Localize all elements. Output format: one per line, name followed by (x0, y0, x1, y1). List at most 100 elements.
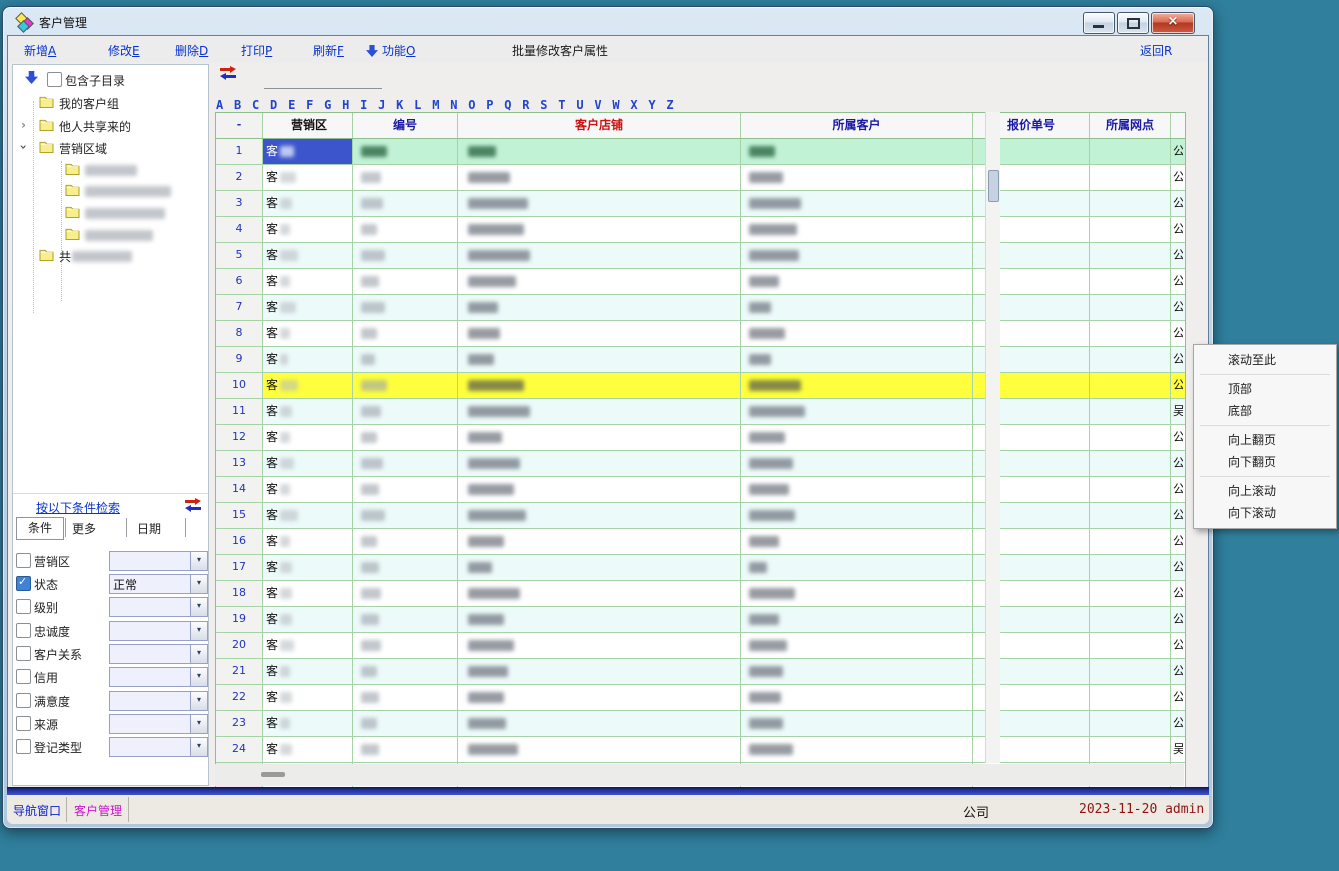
tree-expander-icon[interactable]: › (21, 118, 26, 132)
close-button[interactable]: × (1151, 12, 1195, 34)
alphabet-letter[interactable]: O (468, 98, 475, 112)
clipped-cell[interactable]: 公 (1171, 607, 1183, 632)
owner-cell[interactable] (741, 217, 973, 242)
network-cell[interactable] (1090, 347, 1171, 372)
row-number-cell[interactable]: 10 (216, 373, 263, 398)
filter-checkbox[interactable] (16, 716, 31, 731)
alphabet-letter[interactable]: V (594, 98, 601, 112)
marketing-area-cell[interactable]: 客 (263, 555, 353, 580)
horizontal-scrollbar-thumb[interactable] (261, 772, 285, 777)
filter-checkbox[interactable] (16, 576, 31, 591)
network-cell[interactable] (1090, 451, 1171, 476)
shop-cell[interactable] (458, 659, 741, 684)
network-cell[interactable] (1090, 191, 1171, 216)
shop-cell[interactable] (458, 529, 741, 554)
shop-cell[interactable] (458, 243, 741, 268)
maximize-button[interactable] (1117, 12, 1149, 34)
table-row[interactable]: 5 客 公 (216, 243, 1185, 269)
menu-item[interactable]: 底部 (1194, 400, 1336, 422)
network-cell[interactable] (1090, 217, 1171, 242)
code-cell[interactable] (353, 503, 458, 528)
swap-icon[interactable] (185, 499, 201, 511)
table-row[interactable]: 8 客 公 (216, 321, 1185, 347)
row-number-cell[interactable]: 24 (216, 737, 263, 762)
table-row[interactable]: 7 客 公 (216, 295, 1185, 321)
table-row[interactable]: 21 客 公 (216, 659, 1185, 685)
owner-cell[interactable] (741, 269, 973, 294)
toolbar-button[interactable]: 功能O (366, 42, 415, 59)
table-row[interactable]: 24 客 吴 (216, 737, 1185, 763)
tree-item[interactable] (13, 202, 208, 223)
column-header[interactable]: 所属客户 (741, 113, 973, 138)
clipped-cell[interactable]: 公 (1171, 711, 1183, 736)
code-cell[interactable] (353, 139, 458, 164)
toolbar-button[interactable]: 刷新F (313, 42, 344, 59)
table-row[interactable]: 6 客 公 (216, 269, 1185, 295)
filter-dropdown[interactable] (109, 667, 192, 687)
clipped-cell[interactable]: 公 (1171, 451, 1183, 476)
clipped-cell[interactable]: 公 (1171, 191, 1183, 216)
filter-dropdown[interactable] (109, 597, 192, 617)
row-number-cell[interactable]: 17 (216, 555, 263, 580)
toolbar-button[interactable]: 修改E (108, 42, 140, 59)
alphabet-letter[interactable]: M (432, 98, 439, 112)
clipped-cell[interactable]: 公 (1171, 321, 1183, 346)
row-number-cell[interactable]: 2 (216, 165, 263, 190)
owner-cell[interactable] (741, 555, 973, 580)
network-cell[interactable] (1090, 633, 1171, 658)
tree-item[interactable]: 我的客户组 (13, 92, 208, 113)
down-arrow-icon[interactable] (25, 71, 38, 87)
marketing-area-cell[interactable]: 客 (263, 529, 353, 554)
owner-cell[interactable] (741, 659, 973, 684)
shop-cell[interactable] (458, 581, 741, 606)
menu-item[interactable]: 向上滚动 (1194, 480, 1336, 502)
dropdown-arrow-icon[interactable]: ▾ (190, 621, 208, 641)
network-cell[interactable] (1090, 529, 1171, 554)
toolbar-button[interactable]: 新增A (24, 42, 56, 59)
code-cell[interactable] (353, 685, 458, 710)
owner-cell[interactable] (741, 373, 973, 398)
tab-conditions[interactable]: 条件 (16, 517, 64, 540)
marketing-area-cell[interactable]: 客 (263, 217, 353, 242)
code-cell[interactable] (353, 581, 458, 606)
table-row[interactable]: 4 客 公 (216, 217, 1185, 243)
menu-item[interactable]: 顶部 (1194, 378, 1336, 400)
menu-item[interactable]: 滚动至此 (1194, 349, 1336, 371)
table-row[interactable]: 18 客 公 (216, 581, 1185, 607)
alphabet-letter[interactable]: H (342, 98, 349, 112)
shop-cell[interactable] (458, 295, 741, 320)
alphabet-letter[interactable]: L (414, 98, 421, 112)
filter-dropdown[interactable] (109, 714, 192, 734)
filter-dropdown[interactable] (109, 621, 192, 641)
table-row[interactable]: 17 客 公 (216, 555, 1185, 581)
code-cell[interactable] (353, 633, 458, 658)
network-cell[interactable] (1090, 737, 1171, 762)
filter-checkbox[interactable] (16, 693, 31, 708)
tree-expander-icon[interactable]: › (16, 145, 30, 150)
toolbar-button[interactable]: 打印P (241, 42, 272, 59)
alphabet-letter[interactable]: N (450, 98, 457, 112)
network-cell[interactable] (1090, 607, 1171, 632)
table-row[interactable]: 11 客 吴 (216, 399, 1185, 425)
network-cell[interactable] (1090, 295, 1171, 320)
table-row[interactable]: 10 客 公 (216, 373, 1185, 399)
filter-checkbox[interactable] (16, 623, 31, 638)
shop-cell[interactable] (458, 321, 741, 346)
alphabet-letter[interactable]: C (252, 98, 259, 112)
alphabet-letter[interactable]: T (558, 98, 565, 112)
row-number-cell[interactable]: 14 (216, 477, 263, 502)
tree-item[interactable]: › 他人共享来的 (13, 115, 208, 136)
code-cell[interactable] (353, 711, 458, 736)
tree-item[interactable]: › 营销区域 (13, 137, 208, 158)
owner-cell[interactable] (741, 191, 973, 216)
row-number-cell[interactable]: 19 (216, 607, 263, 632)
clipped-cell[interactable]: 公 (1171, 295, 1183, 320)
shop-cell[interactable] (458, 165, 741, 190)
marketing-area-cell[interactable]: 客 (263, 659, 353, 684)
clipped-cell[interactable]: 吴 (1171, 737, 1183, 762)
marketing-area-cell[interactable]: 客 (263, 191, 353, 216)
alphabet-letter[interactable]: E (288, 98, 295, 112)
code-cell[interactable] (353, 399, 458, 424)
table-row[interactable]: 3 客 公 (216, 191, 1185, 217)
tree-item[interactable]: 共 (13, 245, 208, 266)
